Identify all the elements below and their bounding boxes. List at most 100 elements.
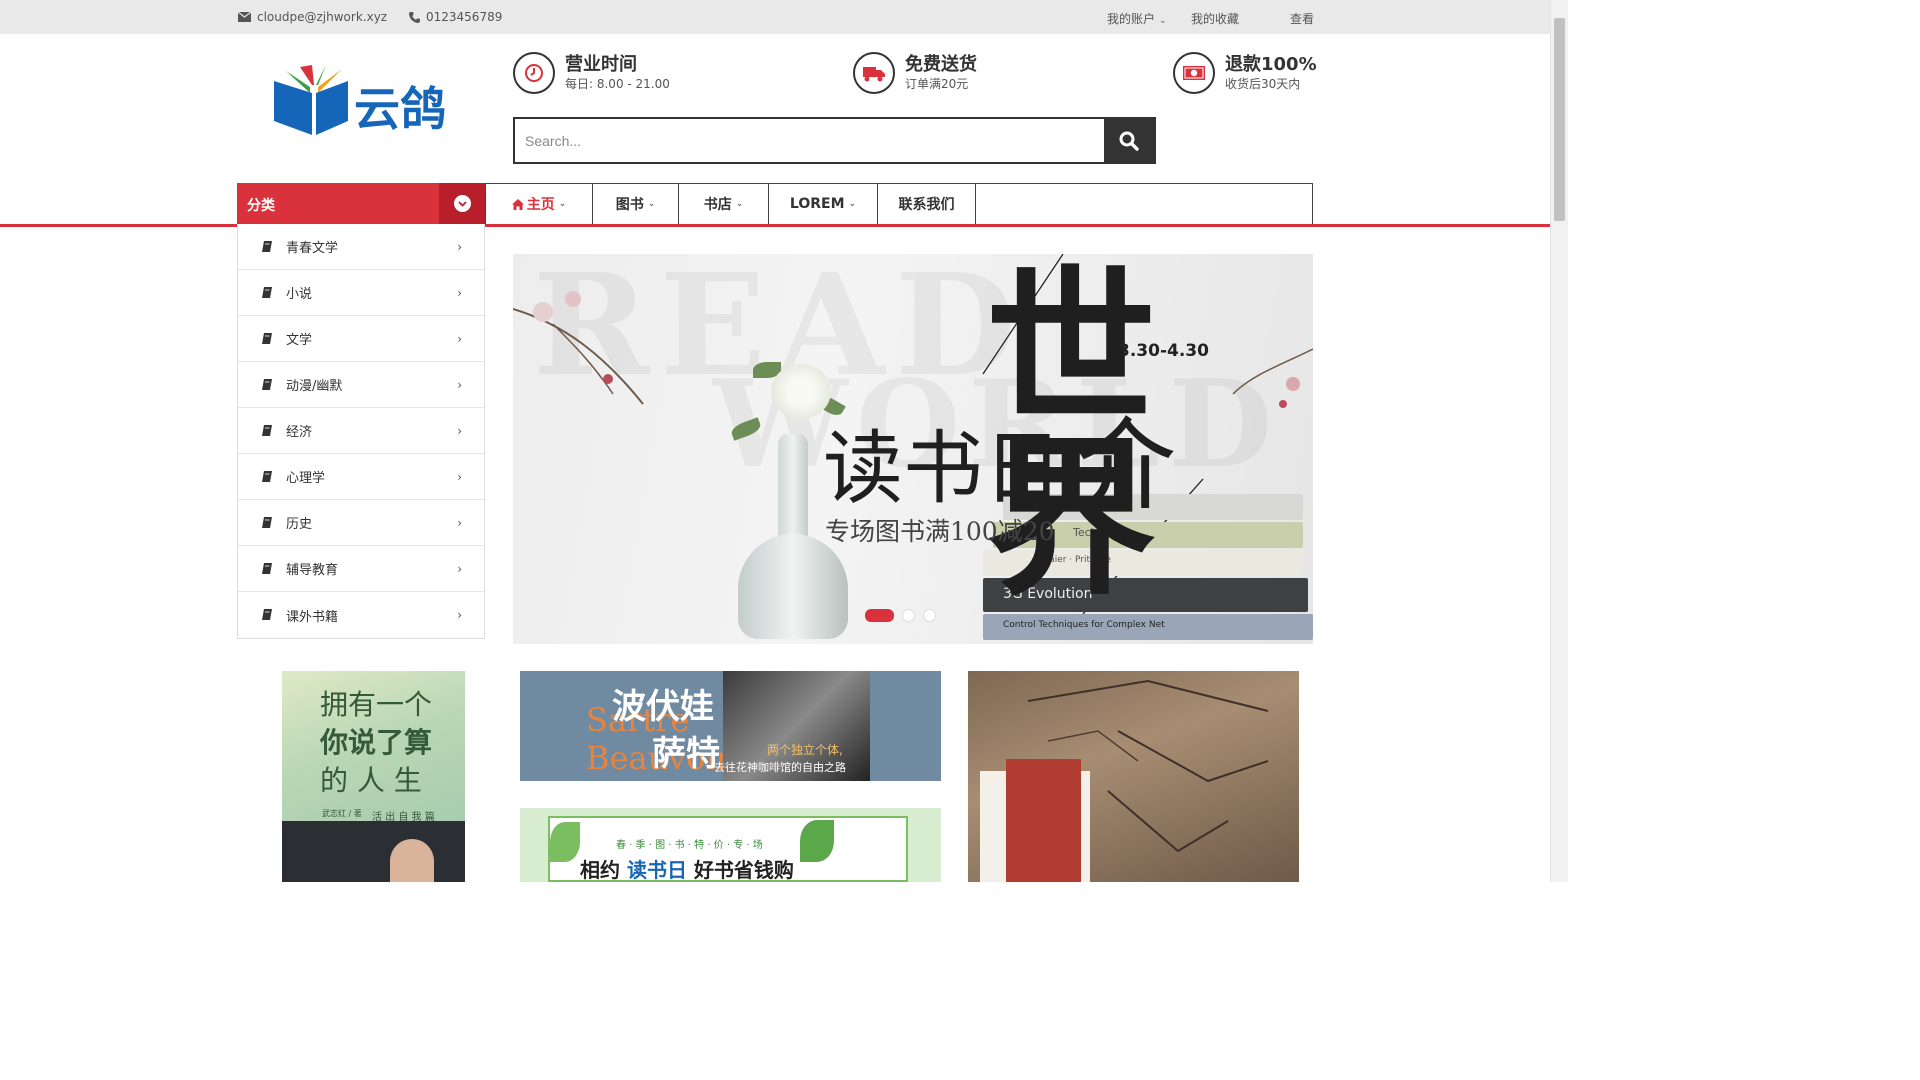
feature-delivery: 免费送货 订单满20元 (853, 52, 977, 94)
page-scrollbar[interactable] (1550, 0, 1568, 882)
vase-body (738, 534, 848, 639)
category-item[interactable]: 心理学 › (238, 454, 484, 500)
category-item[interactable]: 经济 › (238, 408, 484, 454)
top-bar: cloudpe@zjhwork.xyz 0123456789 我的账户 ⌄ 我的收… (0, 0, 1551, 34)
chevron-right-icon: › (457, 608, 462, 622)
chevron-right-icon: › (457, 423, 462, 438)
nav-contact-label: 联系我们 (898, 197, 955, 213)
banner-main-title: 读书日 (823, 422, 1063, 515)
contact-phone[interactable]: 0123456789 (409, 10, 502, 24)
nav-contact[interactable]: 联系我们 (878, 184, 976, 224)
search-button[interactable] (1104, 119, 1154, 162)
chevron-right-icon: › (457, 239, 462, 254)
category-label: 文学 (286, 333, 313, 348)
book-icon (262, 333, 272, 344)
feature-refund: 退款100% 收货后30天内 (1173, 52, 1317, 94)
banner-subtitle: 专场图书满100减20 (825, 517, 1055, 546)
account-menu[interactable]: 我的账户 ⌄ (1107, 10, 1167, 27)
chevron-right-icon: › (457, 515, 462, 530)
search-input[interactable] (515, 119, 1104, 162)
search-bar (513, 117, 1156, 164)
book-icon (262, 241, 272, 252)
category-label: 历史 (286, 517, 313, 532)
nav-books-label: 图书 (615, 197, 644, 213)
promo-text: 拥有一个 (320, 688, 433, 721)
feature-title: 免费送货 (905, 54, 977, 75)
promo-book-cover[interactable]: 拥有一个 你说了算 的 人 生 活 出 自 我 篇 武志红 / 著 (282, 671, 465, 882)
category-toggle[interactable] (439, 183, 485, 224)
flower (771, 364, 831, 419)
promo-painting-book[interactable] (968, 671, 1299, 882)
book-icon (262, 287, 272, 298)
banner-date: 3.30-4.30 (1118, 341, 1209, 361)
site-logo[interactable]: 云鸽 (272, 63, 457, 138)
search-icon (1119, 131, 1139, 151)
promo-text: 相约 读书日 好书省钱购 (580, 854, 794, 882)
promo-caption: 去往花神咖啡馆的自由之路 (714, 761, 846, 774)
email-text: cloudpe@zjhwork.xyz (257, 10, 388, 24)
nav-underline (0, 224, 1551, 227)
chevron-right-icon: › (457, 331, 462, 346)
chevron-down-icon: ⌄ (735, 199, 744, 209)
chevron-down-icon: ⌄ (558, 199, 567, 209)
hero-banner[interactable]: READ WORLD Technol Baier · Pritsche 3G E… (513, 254, 1313, 644)
nav-home[interactable]: 主页 ⌄ (486, 184, 593, 224)
nav-lorem[interactable]: LOREM ⌄ (769, 184, 878, 224)
category-label: 经济 (286, 425, 313, 440)
contact-email[interactable]: cloudpe@zjhwork.xyz (238, 10, 387, 24)
category-item[interactable]: 动漫/幽默 › (238, 362, 484, 408)
money-icon (1173, 52, 1215, 94)
carousel-dot[interactable] (865, 609, 894, 622)
category-item[interactable]: 课外书籍 › (238, 592, 484, 638)
category-item[interactable]: 历史 › (238, 500, 484, 546)
carousel-dot[interactable] (923, 609, 936, 622)
category-label: 小说 (286, 287, 313, 302)
main-nav: 主页 ⌄ 图书 ⌄ 书店 ⌄ LOREM ⌄ 联系我们 (485, 183, 1313, 224)
promo-spring-sale[interactable]: 春 · 季 · 图 · 书 · 特 · 价 · 专 · 场 相约 读书日 好书省… (520, 808, 941, 882)
book-icon (262, 517, 272, 528)
scrollbar-thumb[interactable] (1554, 18, 1565, 221)
category-item[interactable]: 青春文学 › (238, 224, 484, 270)
phone-icon (409, 11, 420, 23)
category-header-label: 分类 (247, 198, 275, 214)
carousel-dot[interactable] (902, 609, 915, 622)
chevron-right-icon: › (457, 377, 462, 392)
feature-sub: 每日: 8.00 - 21.00 (565, 77, 670, 91)
leaf (550, 822, 580, 862)
home-icon (511, 198, 524, 210)
promo-caption: 两个独立个体, (767, 743, 843, 757)
envelope-icon (238, 12, 251, 22)
promo-sartre-beauvoir[interactable]: Sartre Beauvoir 波伏娃 萨特 两个独立个体, 去往花神咖啡馆的自… (520, 671, 941, 781)
promo-text-b: 读书日 (626, 858, 687, 882)
truck-icon (853, 52, 895, 94)
nav-stores[interactable]: 书店 ⌄ (679, 184, 769, 224)
promo-text: 武志红 / 著 (322, 809, 362, 818)
category-label: 课外书籍 (286, 609, 339, 625)
promo-text-a: 相约 (580, 858, 620, 882)
promo-text: 春 · 季 · 图 · 书 · 特 · 价 · 专 · 场 (616, 840, 763, 851)
feature-sub: 订单满20元 (905, 77, 969, 91)
feature-title: 营业时间 (565, 54, 637, 75)
author-photo (390, 839, 434, 882)
favorites-link[interactable]: 我的收藏 (1191, 10, 1239, 27)
promo-text: 你说了算 (320, 726, 433, 759)
book-icon (262, 471, 272, 482)
view-link[interactable]: 查看 (1290, 10, 1314, 27)
book-icon (262, 609, 272, 620)
chevron-right-icon: › (457, 285, 462, 300)
feature-sub: 收货后30天内 (1225, 77, 1301, 91)
category-label: 心理学 (286, 471, 326, 486)
nav-lorem-label: LOREM (789, 196, 845, 212)
category-item[interactable]: 辅导教育 › (238, 546, 484, 592)
feature-hours: 营业时间 每日: 8.00 - 21.00 (513, 52, 670, 94)
clock-icon (513, 52, 555, 94)
nav-home-label: 主页 (526, 197, 555, 213)
nav-books[interactable]: 图书 ⌄ (593, 184, 679, 224)
category-item[interactable]: 小说 › (238, 270, 484, 316)
book-red-box (1006, 759, 1081, 882)
category-header[interactable]: 分类 (237, 183, 485, 224)
category-item[interactable]: 文学 › (238, 316, 484, 362)
svg-text:云鸽: 云鸽 (354, 82, 446, 136)
carousel-dots (865, 609, 936, 622)
leaf (800, 820, 834, 862)
